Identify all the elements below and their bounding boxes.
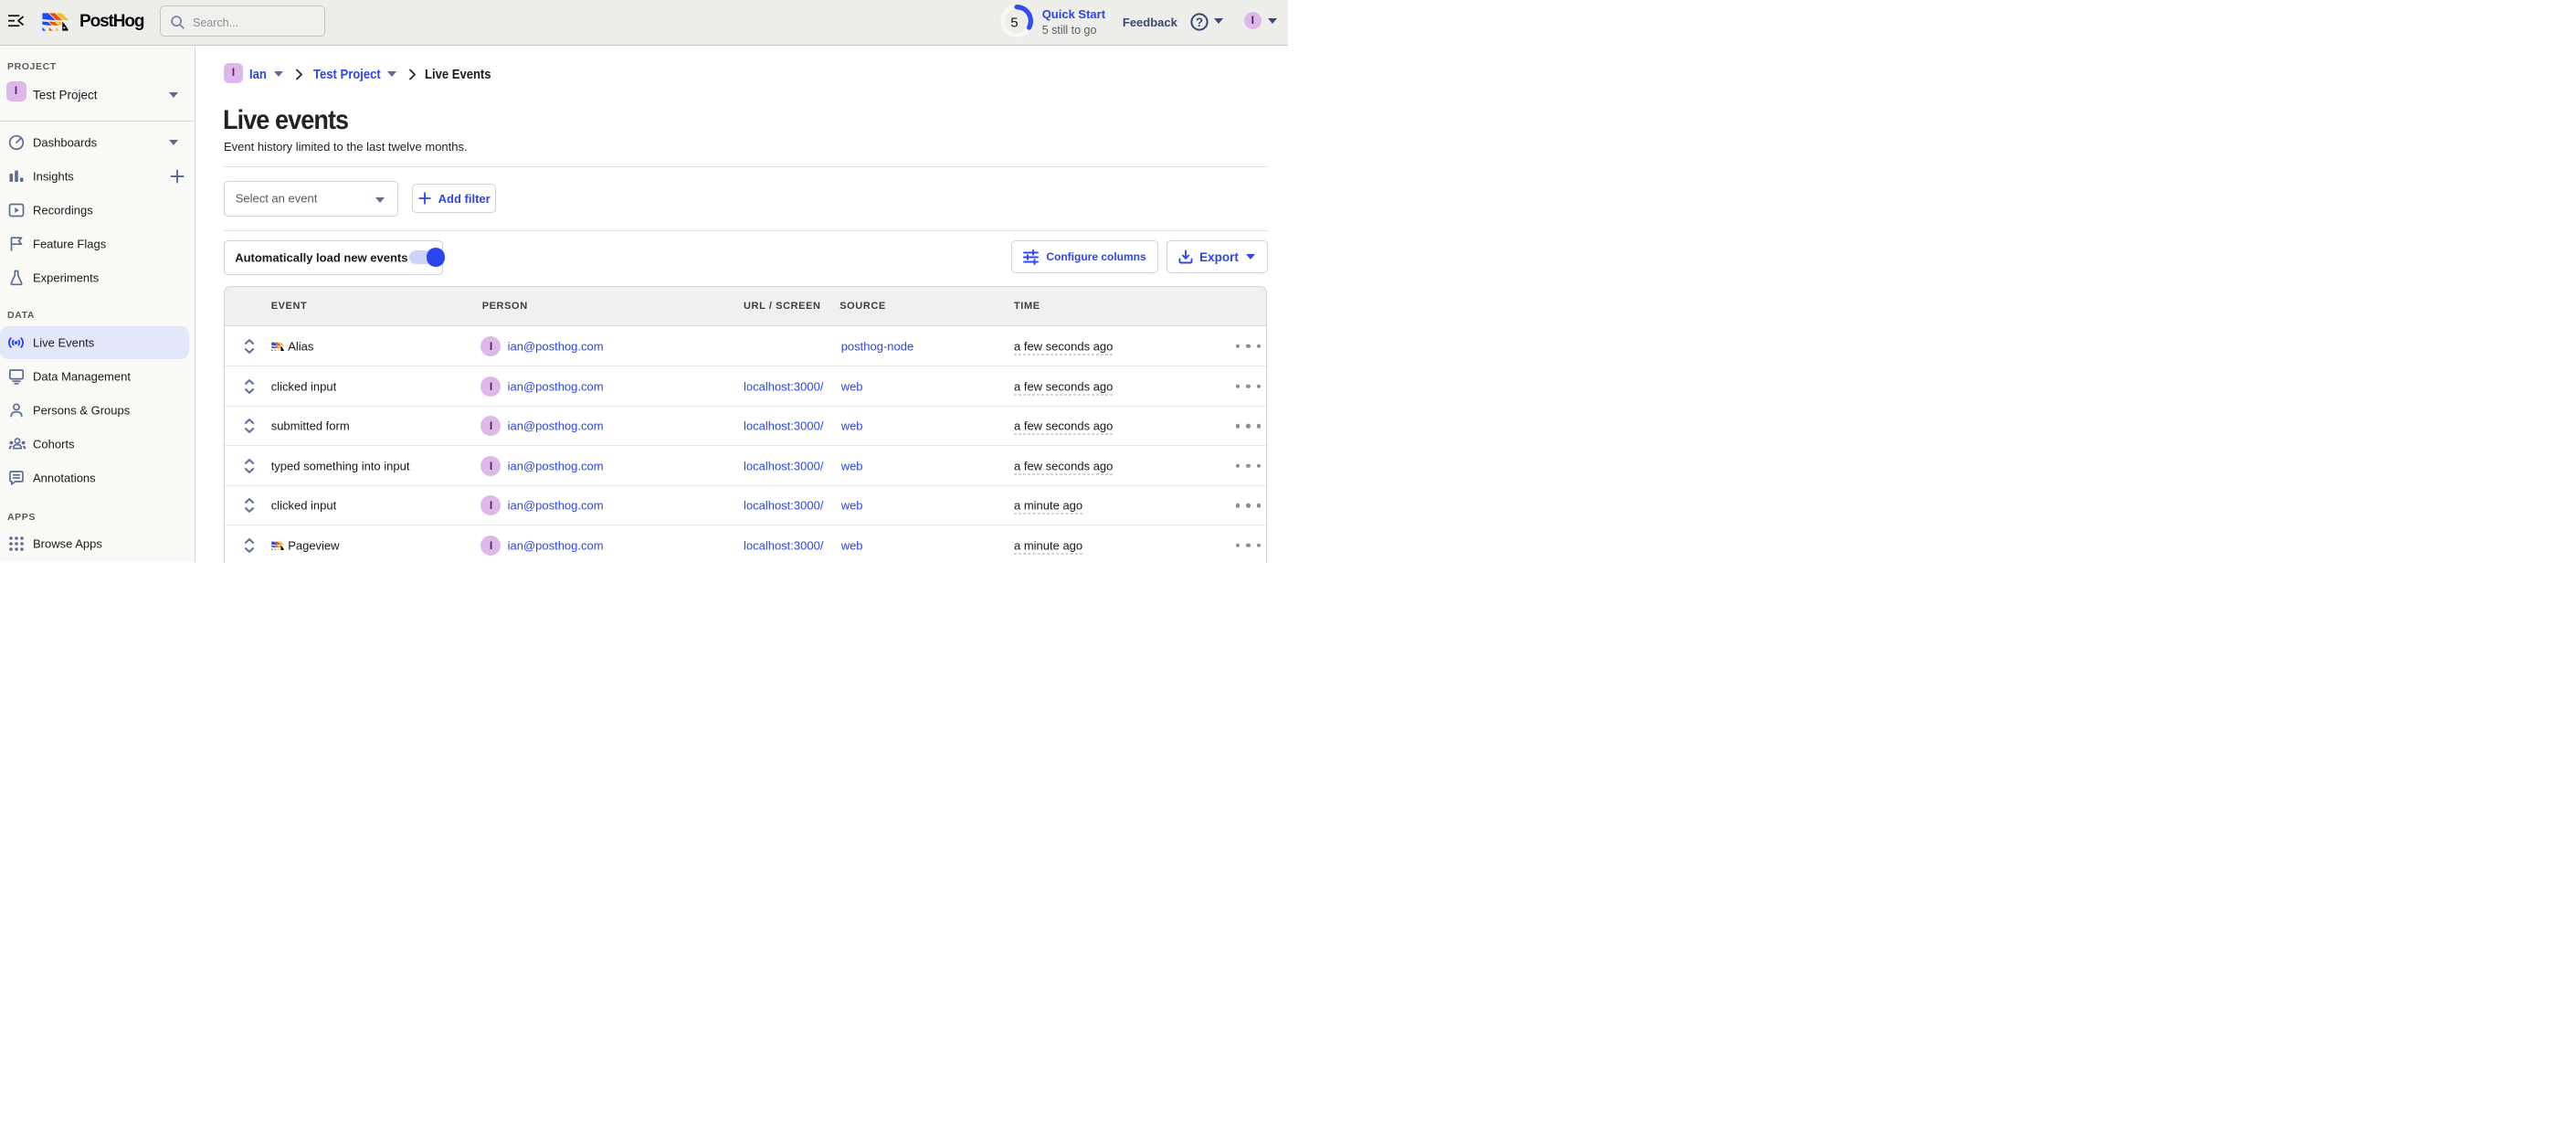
svg-text:?: ? bbox=[1196, 15, 1203, 28]
svg-text:5: 5 bbox=[1010, 15, 1018, 30]
